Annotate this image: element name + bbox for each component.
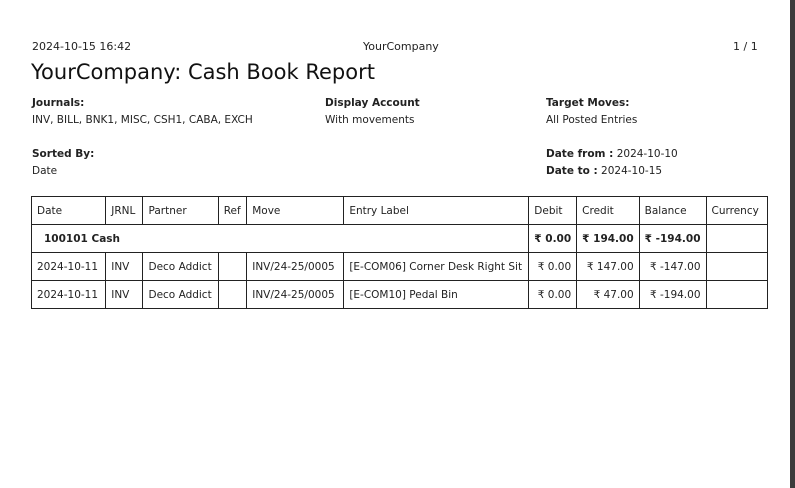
group-debit: ₹ 0.00 [528,224,578,253]
column-header-currency: Currency [705,196,768,225]
journals-label: Journals: [32,97,85,109]
cell-currency [705,252,768,281]
column-header-entry-label: Entry Label [343,196,530,225]
report-page: 2024-10-15 16:42 YourCompany 1 / 1 YourC… [0,0,790,488]
cell-credit: ₹ 47.00 [576,280,640,309]
cell-date: 2024-10-11 [30,252,107,281]
table-row: 2024-10-11 INV Deco Addict INV/24-25/000… [30,280,768,309]
cell-date: 2024-10-11 [30,280,107,309]
cell-jrnl: INV [105,280,144,309]
cell-entry-label: [E-COM10] Pedal Bin [343,280,530,309]
cell-jrnl: INV [105,252,144,281]
target-moves-value: All Posted Entries [546,114,638,126]
date-from-label: Date from : [546,148,614,160]
group-currency [705,224,768,253]
date-from-filter: Date from : 2024-10-10 [546,148,678,160]
group-balance: ₹ -194.00 [638,224,707,253]
sorted-by-filter: Sorted By: Date [32,148,94,177]
cell-credit: ₹ 147.00 [576,252,640,281]
target-moves-label: Target Moves: [546,97,630,109]
column-header-move: Move [246,196,345,225]
page-counter: 1 / 1 [733,40,758,53]
display-account-value: With movements [325,114,415,126]
cell-debit: ₹ 0.00 [528,252,578,281]
column-header-partner: Partner [142,196,219,225]
column-header-ref: Ref [217,196,248,225]
column-header-jrnl: JRNL [105,196,144,225]
column-header-balance: Balance [638,196,707,225]
target-moves-filter: Target Moves: All Posted Entries [546,97,637,126]
cell-ref [217,252,248,281]
account-name: 100101 Cash [30,224,530,253]
date-to-label: Date to : [546,165,598,177]
sorted-by-label: Sorted By: [32,148,95,160]
journals-filter: Journals: INV, BILL, BNK1, MISC, CSH1, C… [32,97,253,126]
header-company-name: YourCompany [363,40,439,53]
account-group-row: 100101 Cash ₹ 0.00 ₹ 194.00 ₹ -194.00 [30,224,768,253]
cell-ref [217,280,248,309]
cell-balance: ₹ -147.00 [638,252,707,281]
date-to-filter: Date to : 2024-10-15 [546,165,662,177]
sorted-by-value: Date [32,165,58,177]
cell-currency [705,280,768,309]
cell-move: INV/24-25/0005 [246,252,345,281]
report-title: YourCompany: Cash Book Report [31,60,375,84]
cell-move: INV/24-25/0005 [246,280,345,309]
display-account-filter: Display Account With movements [325,97,420,126]
display-account-label: Display Account [325,97,420,109]
column-header-date: Date [30,196,107,225]
viewer-scrollbar[interactable] [790,0,795,488]
date-from-value: 2024-10-10 [616,148,678,160]
table-header-row: Date JRNL Partner Ref Move Entry Label D… [30,196,768,225]
cell-entry-label: [E-COM06] Corner Desk Right Sit [343,252,530,281]
group-credit: ₹ 194.00 [576,224,640,253]
table-row: 2024-10-11 INV Deco Addict INV/24-25/000… [30,252,768,281]
date-to-value: 2024-10-15 [601,165,663,177]
cell-partner: Deco Addict [142,280,219,309]
column-header-debit: Debit [528,196,578,225]
column-header-credit: Credit [576,196,640,225]
cell-balance: ₹ -194.00 [638,280,707,309]
cell-debit: ₹ 0.00 [528,280,578,309]
cell-partner: Deco Addict [142,252,219,281]
print-datetime: 2024-10-15 16:42 [32,40,132,53]
cash-book-table: Date JRNL Partner Ref Move Entry Label D… [30,196,768,309]
journals-value: INV, BILL, BNK1, MISC, CSH1, CABA, EXCH [32,114,253,126]
